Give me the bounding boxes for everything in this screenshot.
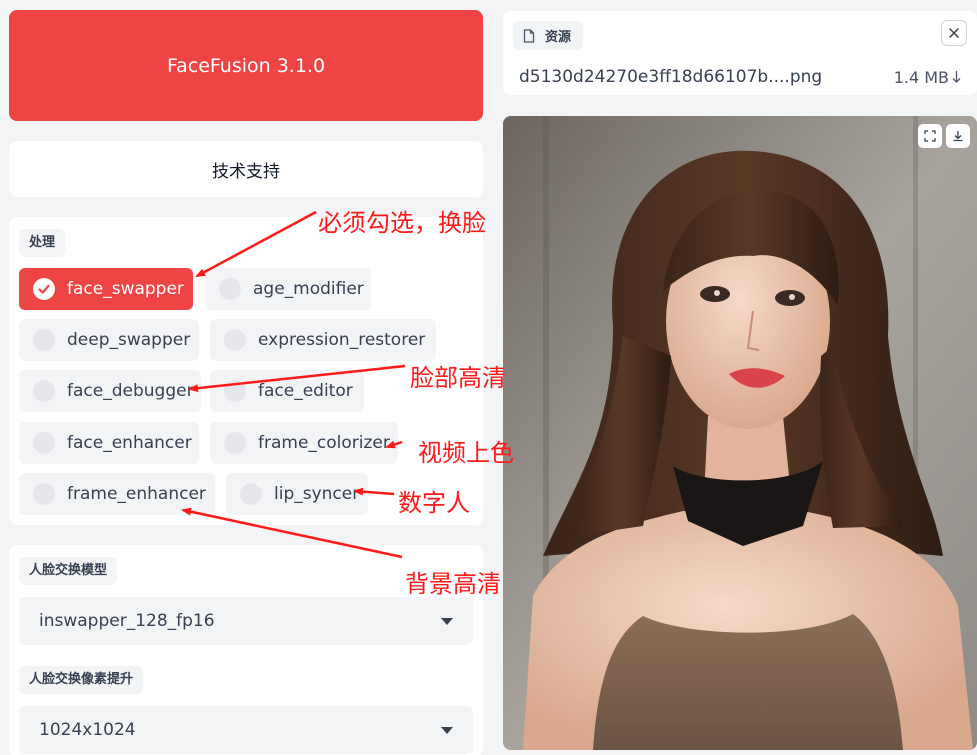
processor-label: face_editor [258, 381, 353, 401]
processor-label: face_debugger [67, 381, 194, 401]
pixel-boost-label: 人脸交换像素提升 [19, 666, 144, 694]
file-size-download[interactable]: 1.4 MB [894, 68, 961, 87]
radio-icon [240, 483, 262, 505]
source-label: 资源 [545, 30, 572, 45]
source-image-preview [503, 116, 977, 750]
annotation-frame-enhancer: 背景高清 [405, 570, 501, 598]
close-icon[interactable] [941, 20, 967, 46]
annotation-face-swapper: 必须勾选，换脸 [318, 209, 486, 237]
download-icon[interactable] [946, 124, 970, 148]
fullscreen-icon[interactable] [918, 124, 942, 148]
processor-label: face_enhancer [67, 433, 192, 453]
radio-icon [33, 483, 55, 505]
file-icon [523, 28, 535, 43]
file-name[interactable]: d5130d24270e3ff18d66107b....png [519, 67, 822, 87]
processor-face-editor[interactable]: face_editor [210, 370, 364, 412]
source-label-badge: 资源 [513, 21, 584, 50]
processor-age-modifier[interactable]: age_modifier [205, 268, 371, 310]
source-file-card: 资源 d5130d24270e3ff18d66107b....png 1.4 M… [503, 11, 977, 95]
chevron-down-icon [441, 726, 453, 734]
app-title-button[interactable]: FaceFusion 3.1.0 [9, 10, 483, 121]
processor-frame-enhancer[interactable]: frame_enhancer [19, 473, 215, 515]
check-icon [33, 278, 55, 300]
file-size: 1.4 MB [893, 67, 949, 87]
radio-icon [219, 278, 241, 300]
processor-face-swapper[interactable]: face_swapper [19, 268, 193, 310]
processor-label: deep_swapper [67, 330, 191, 350]
pixel-boost-dropdown[interactable]: 1024x1024 [19, 706, 473, 754]
dropdown-value: inswapper_128_fp16 [39, 611, 215, 631]
support-button[interactable]: 技术支持 [9, 141, 483, 197]
annotation-frame-colorizer: 视频上色 [418, 439, 514, 467]
dropdown-value: 1024x1024 [39, 720, 136, 740]
radio-icon [33, 329, 55, 351]
processor-lip-syncer[interactable]: lip_syncer [226, 473, 368, 515]
portrait-image [503, 116, 977, 750]
radio-icon [224, 432, 246, 454]
chevron-down-icon [441, 617, 453, 625]
processor-expression-restorer[interactable]: expression_restorer [210, 319, 436, 361]
processor-deep-swapper[interactable]: deep_swapper [19, 319, 199, 361]
radio-icon [224, 380, 246, 402]
radio-icon [224, 329, 246, 351]
annotation-lip-syncer: 数字人 [398, 489, 470, 517]
radio-icon [33, 380, 55, 402]
processor-label: frame_colorizer [258, 433, 390, 453]
face-swapper-model-label: 人脸交换模型 [19, 557, 118, 585]
download-arrow-icon [952, 70, 961, 84]
face-swapper-model-dropdown[interactable]: inswapper_128_fp16 [19, 597, 473, 645]
annotation-face-enhancer: 脸部高清 [410, 364, 506, 392]
file-row: d5130d24270e3ff18d66107b....png 1.4 MB [503, 59, 977, 95]
radio-icon [33, 432, 55, 454]
processor-label: expression_restorer [258, 330, 426, 350]
processor-label: lip_syncer [274, 484, 360, 504]
processor-face-debugger[interactable]: face_debugger [19, 370, 201, 412]
processors-label: 处理 [19, 229, 66, 257]
processor-label: face_swapper [67, 279, 184, 299]
processor-label: age_modifier [253, 279, 364, 299]
processor-frame-colorizer[interactable]: frame_colorizer [210, 422, 398, 464]
processor-label: frame_enhancer [67, 484, 206, 504]
processor-face-enhancer[interactable]: face_enhancer [19, 422, 199, 464]
